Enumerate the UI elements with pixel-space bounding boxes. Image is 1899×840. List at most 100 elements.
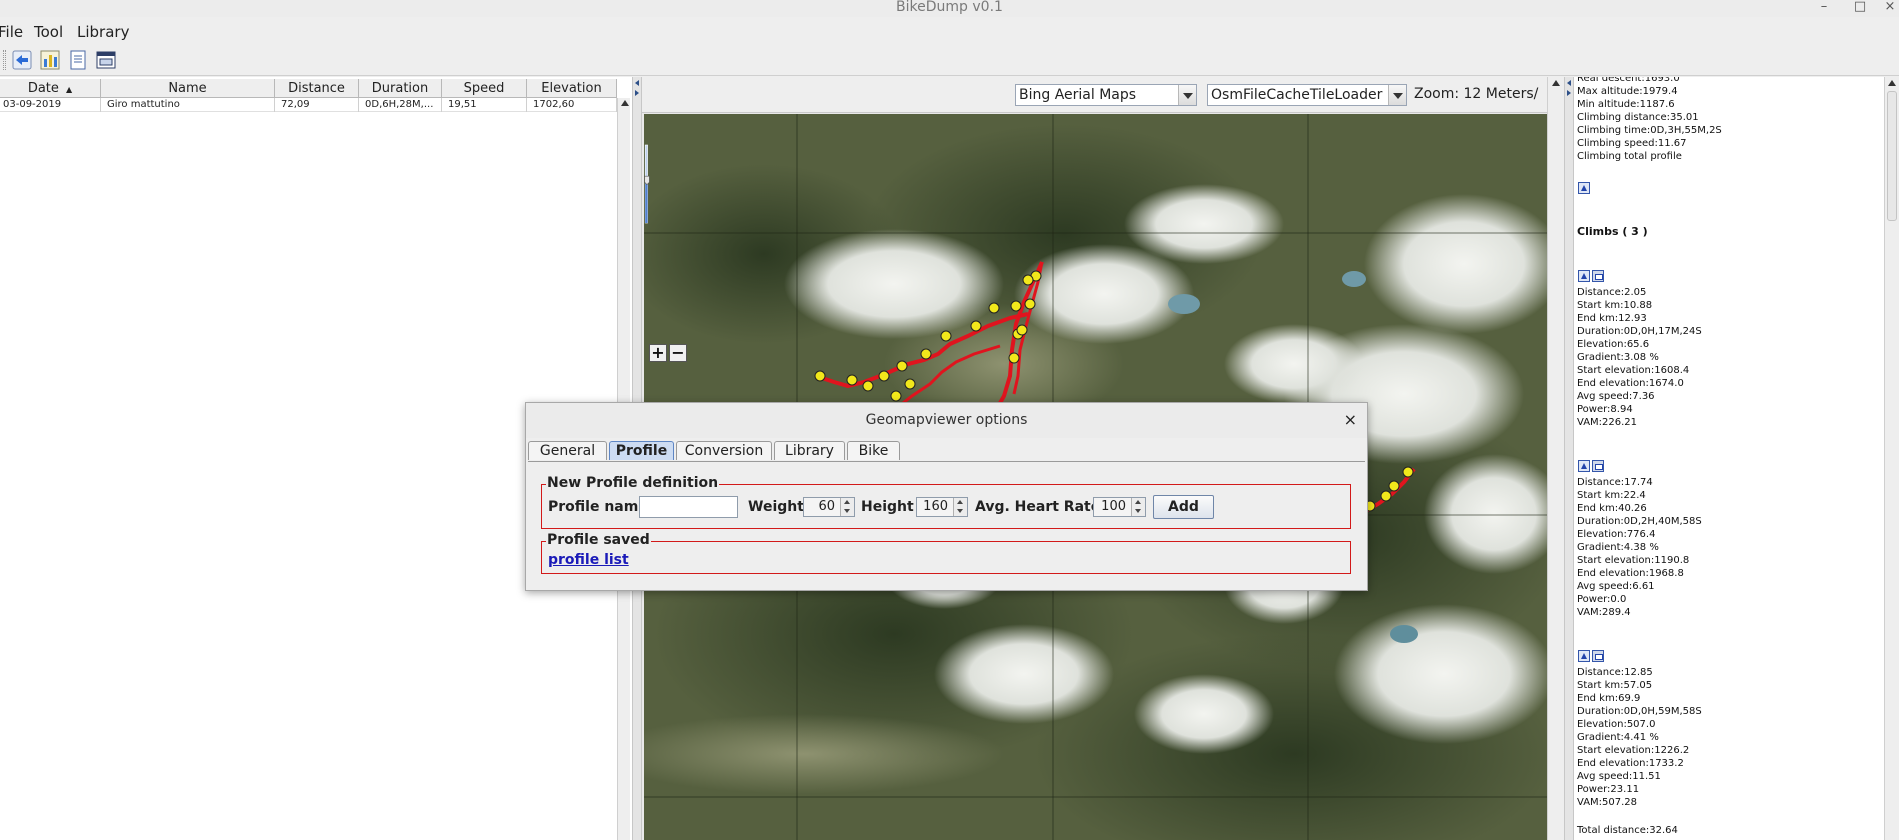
climb2-end-km: End km:40.26 [1577, 503, 1647, 514]
climb3-duration: Duration:0D,0H,59M,58S [1577, 706, 1702, 717]
table-row[interactable]: 03-09-2019 Giro mattutino 72,09 0D,6H,28… [0, 98, 617, 112]
column-header-distance[interactable]: Distance [275, 79, 359, 98]
stat-min-altitude: Min altitude:1187.6 [1577, 99, 1675, 110]
climb3-start-km: Start km:57.05 [1577, 680, 1653, 691]
climb-map-icon[interactable] [1592, 270, 1604, 282]
window-button[interactable] [93, 48, 119, 72]
stats-scrollbar[interactable] [1884, 77, 1899, 840]
maximize-button[interactable]: □ [1850, 0, 1870, 14]
climb1-distance: Distance:2.05 [1577, 287, 1647, 298]
zoom-slider[interactable] [644, 114, 650, 254]
chevron-down-icon[interactable] [1388, 85, 1406, 105]
tile-loader-value: OsmFileCacheTileLoader [1211, 87, 1383, 103]
tab-conversion[interactable]: Conversion [676, 441, 772, 460]
expand-right-arrow-icon[interactable] [635, 90, 639, 96]
climb2-gradient: Gradient:4.38 % [1577, 542, 1659, 553]
climbs-header: Climbs ( 3 ) [1577, 225, 1648, 238]
document-button[interactable] [65, 48, 91, 72]
climb3-vam: VAM:507.28 [1577, 797, 1638, 808]
profile-saved-group-title: Profile saved [546, 532, 651, 548]
tile-loader-select[interactable]: OsmFileCacheTileLoader [1207, 84, 1407, 106]
chevron-down-icon[interactable] [1178, 85, 1196, 105]
tab-library[interactable]: Library [774, 441, 845, 460]
table-header: Date ▲ Name Distance Duration Speed Elev… [0, 79, 617, 98]
dialog-title-bar[interactable]: Geomapviewer options × [526, 403, 1367, 438]
tab-bike[interactable]: Bike [847, 441, 900, 460]
height-label: Height [861, 499, 914, 515]
profile-tab-content: New Profile definition Profile name Weig… [528, 461, 1365, 588]
window-title: BikeDump v0.1 [896, 0, 1003, 15]
climb1-end-elevation: End elevation:1674.0 [1577, 378, 1684, 389]
spinner-buttons[interactable] [953, 498, 967, 516]
column-header-date[interactable]: Date ▲ [0, 79, 101, 98]
climb2-vam: VAM:289.4 [1577, 607, 1631, 618]
toolbar-grip[interactable] [3, 50, 6, 70]
climb3-elevation: Elevation:507.0 [1577, 719, 1656, 730]
tab-general[interactable]: General [528, 441, 607, 460]
height-value: 160 [923, 499, 948, 514]
climb2-avg-speed: Avg speed:6.61 [1577, 581, 1655, 592]
climb2-start-elevation: Start elevation:1190.8 [1577, 555, 1690, 566]
avg-heart-rate-value: 100 [1101, 499, 1126, 514]
minimize-button[interactable]: – [1814, 0, 1834, 14]
profile-chart-icon[interactable] [1578, 182, 1590, 194]
document-icon [70, 50, 86, 70]
new-profile-group-title: New Profile definition [546, 475, 720, 491]
column-header-speed[interactable]: Speed [442, 79, 527, 98]
zoom-in-button[interactable]: + [649, 344, 667, 362]
climb-profile-icon[interactable] [1578, 650, 1590, 662]
column-header-elevation[interactable]: Elevation [527, 79, 617, 98]
stat-climbing-distance: Climbing distance:35.01 [1577, 112, 1699, 123]
stat-climbing-time: Climbing time:0D,3H,55M,2S [1577, 125, 1722, 136]
cell-duration: 0D,6H,28M,... [359, 98, 442, 112]
column-header-name[interactable]: Name [101, 79, 275, 98]
spinner-down-icon [1135, 509, 1141, 513]
climb-map-icon[interactable] [1592, 650, 1604, 662]
tab-profile[interactable]: Profile [609, 441, 674, 460]
scroll-up-arrow-icon[interactable] [1552, 80, 1560, 86]
close-icon[interactable]: × [1344, 410, 1357, 429]
spinner-buttons[interactable] [1131, 498, 1145, 516]
chart-button[interactable] [37, 48, 63, 72]
chart-icon [40, 50, 60, 70]
expand-right-arrow-icon[interactable] [1567, 90, 1571, 96]
app-window: BikeDump v0.1 – □ × File Tool Library Da… [0, 0, 1899, 840]
climb2-distance: Distance:17.74 [1577, 477, 1653, 488]
cell-elevation: 1702,60 [527, 98, 617, 112]
spinner-buttons[interactable] [840, 498, 854, 516]
cell-date: 03-09-2019 [0, 98, 101, 112]
climb3-gradient: Gradient:4.41 % [1577, 732, 1659, 743]
menu-tool[interactable]: Tool [34, 23, 63, 41]
cell-name: Giro mattutino [101, 98, 275, 112]
add-profile-button[interactable]: Add [1153, 495, 1214, 519]
back-button[interactable] [9, 48, 35, 72]
back-arrow-icon [12, 50, 32, 70]
scroll-up-arrow-icon[interactable] [621, 100, 629, 106]
climb3-distance: Distance:12.85 [1577, 667, 1653, 678]
column-header-duration[interactable]: Duration [359, 79, 442, 98]
climb3-start-elevation: Start elevation:1226.2 [1577, 745, 1690, 756]
menu-file[interactable]: File [0, 23, 23, 41]
scrollbar-thumb[interactable] [1887, 91, 1897, 221]
zoom-out-button[interactable]: − [669, 344, 687, 362]
cell-distance: 72,09 [275, 98, 359, 112]
split-divider-right[interactable] [1564, 77, 1574, 840]
avg-heart-rate-spinner[interactable]: 100 [1093, 497, 1146, 517]
profile-name-input[interactable] [639, 496, 738, 518]
climb-map-icon[interactable] [1592, 460, 1604, 472]
menu-library[interactable]: Library [77, 23, 129, 41]
map-source-select[interactable]: Bing Aerial Maps [1015, 84, 1197, 106]
stat-max-altitude: Max altitude:1979.4 [1577, 86, 1678, 97]
climb-profile-icon[interactable] [1578, 460, 1590, 472]
climb3-end-km: End km:69.9 [1577, 693, 1641, 704]
climb-profile-icon[interactable] [1578, 270, 1590, 282]
map-scrollbar[interactable] [1547, 77, 1564, 840]
close-window-button[interactable]: × [1880, 0, 1899, 14]
profile-list-link[interactable]: profile list [548, 552, 629, 568]
collapse-left-arrow-icon[interactable] [1567, 80, 1571, 86]
scroll-up-arrow-icon[interactable] [1888, 80, 1896, 86]
height-spinner[interactable]: 160 [916, 497, 968, 517]
zoom-scale-label: Zoom: 12 Meters/ [1414, 86, 1539, 102]
weight-spinner[interactable]: 60 [803, 497, 855, 517]
collapse-left-arrow-icon[interactable] [635, 80, 639, 86]
